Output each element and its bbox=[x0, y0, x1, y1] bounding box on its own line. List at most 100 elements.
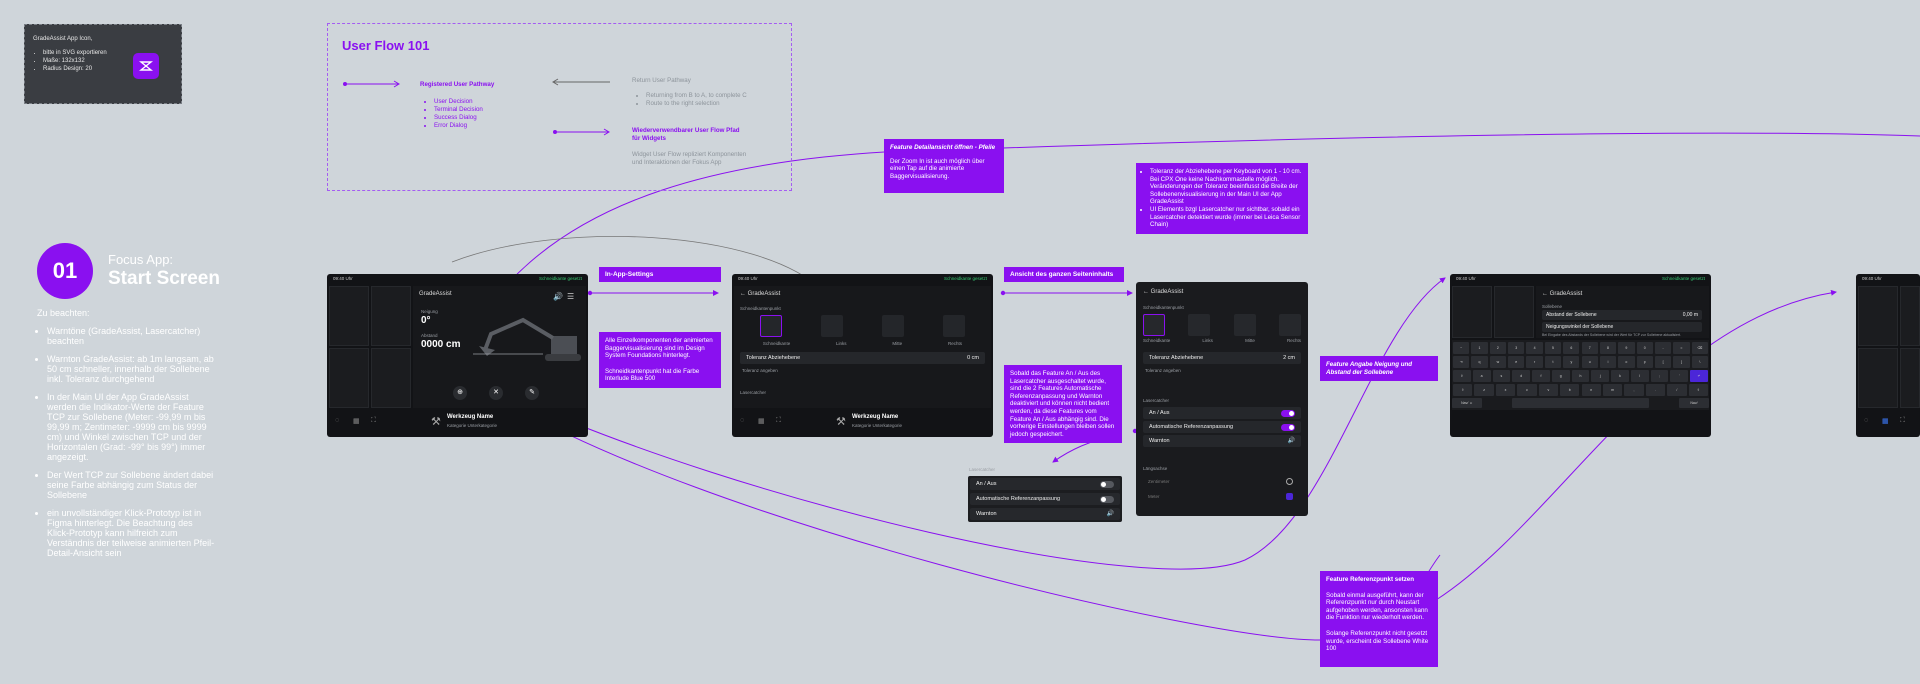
keyboard-key[interactable]: l bbox=[1630, 370, 1649, 382]
light-icon[interactable]: ◌ bbox=[1864, 417, 1868, 424]
grid-icon[interactable]: ▦ bbox=[1882, 417, 1889, 425]
keyboard-key[interactable]: / bbox=[1667, 384, 1687, 396]
option-schneidkante[interactable] bbox=[1143, 314, 1165, 336]
keyboard-key[interactable]: 8 bbox=[1599, 342, 1617, 354]
radio-meter[interactable] bbox=[1286, 493, 1293, 500]
auto-reference-toggle[interactable] bbox=[1100, 495, 1114, 503]
keyboard-key[interactable]: ] bbox=[1673, 356, 1690, 368]
keyboard-key[interactable]: b bbox=[1560, 384, 1580, 396]
tool-name[interactable]: Werkzeug Name bbox=[447, 414, 493, 420]
keyboard-key[interactable]: w bbox=[1489, 356, 1507, 368]
keyboard-key[interactable]: ⇪ bbox=[1453, 370, 1471, 382]
keyboard-key[interactable]: 1 bbox=[1471, 342, 1488, 354]
edit-icon[interactable]: ✎ bbox=[525, 386, 539, 400]
radio-zentimeter[interactable] bbox=[1286, 478, 1293, 485]
excavator-icon[interactable] bbox=[473, 316, 583, 366]
nav-key[interactable]: Nav/ ☺ bbox=[1452, 398, 1482, 408]
keyboard-key[interactable]: k bbox=[1611, 370, 1629, 382]
keyboard-key[interactable]: 5 bbox=[1544, 342, 1562, 354]
speaker-icon[interactable]: 🔊 bbox=[553, 292, 563, 301]
keyboard-key[interactable]: d bbox=[1512, 370, 1531, 382]
fullscreen-icon[interactable]: ⛶ bbox=[1900, 417, 1905, 425]
option-schneidkante[interactable] bbox=[759, 315, 782, 337]
keyboard-key[interactable]: i bbox=[1599, 356, 1617, 368]
grid-icon[interactable]: ▦ bbox=[758, 417, 765, 425]
keyboard-key[interactable]: j bbox=[1591, 370, 1610, 382]
tool-name[interactable]: Werkzeug Name bbox=[852, 414, 898, 420]
keyboard-key[interactable]: s bbox=[1492, 370, 1511, 382]
grid-icon[interactable]: ▦ bbox=[353, 417, 360, 425]
nav-key[interactable]: Nav/ bbox=[1679, 398, 1709, 408]
auto-reference-toggle[interactable] bbox=[1281, 423, 1295, 431]
keyboard-key[interactable]: ⌫ bbox=[1691, 342, 1708, 354]
light-icon[interactable]: ◌ bbox=[740, 417, 744, 424]
fullscreen-icon[interactable]: ⛶ bbox=[776, 417, 781, 425]
light-icon[interactable]: ◌ bbox=[335, 417, 339, 424]
back-button[interactable]: ← GradeAssist bbox=[740, 291, 780, 297]
keyboard-key[interactable]: v bbox=[1538, 384, 1559, 396]
keyboard-key[interactable]: f bbox=[1532, 370, 1550, 382]
auto-reference-row[interactable]: Automatische Referenzanpassung bbox=[1143, 421, 1301, 433]
keyboard-key[interactable]: ' bbox=[1670, 370, 1689, 382]
keyboard-key[interactable]: ~ bbox=[1453, 342, 1470, 354]
keyboard-key[interactable]: 3 bbox=[1508, 342, 1525, 354]
keyboard-key[interactable]: t bbox=[1544, 356, 1562, 368]
keyboard-key[interactable]: ↵ bbox=[1690, 370, 1708, 382]
keyboard-key[interactable]: e bbox=[1508, 356, 1525, 368]
speaker-icon[interactable]: 🔊 bbox=[1107, 510, 1114, 517]
keyboard-key[interactable]: p bbox=[1636, 356, 1653, 368]
keyboard-key[interactable]: ⇥ bbox=[1453, 356, 1470, 368]
auto-reference-row[interactable]: Automatische Referenzanpassung bbox=[970, 493, 1120, 505]
keyboard-key[interactable]: h bbox=[1571, 370, 1590, 382]
keyboard-key[interactable]: 6 bbox=[1563, 342, 1580, 354]
keyboard-key[interactable]: 2 bbox=[1489, 342, 1507, 354]
keyboard-key[interactable]: a bbox=[1472, 370, 1491, 382]
keyboard-key[interactable]: - bbox=[1654, 342, 1672, 354]
tolerance-field[interactable]: Toleranz Abziehebene 0 cm bbox=[740, 352, 985, 364]
option-links[interactable] bbox=[1188, 314, 1211, 336]
radio-label[interactable]: Meter bbox=[1148, 494, 1160, 499]
keyboard-key[interactable]: z bbox=[1474, 384, 1494, 396]
keyboard-key[interactable]: c bbox=[1517, 384, 1537, 396]
keyboard-key[interactable]: 4 bbox=[1526, 342, 1543, 354]
keyboard-key[interactable]: ; bbox=[1650, 370, 1669, 382]
onoff-row[interactable]: An / Aus bbox=[970, 478, 1120, 490]
reference-icon[interactable]: ✕ bbox=[489, 386, 503, 400]
zoom-in-icon[interactable]: ⊕ bbox=[453, 386, 467, 400]
keyboard-key[interactable]: = bbox=[1673, 342, 1690, 354]
keyboard-key[interactable]: 0 bbox=[1636, 342, 1653, 354]
onoff-toggle[interactable] bbox=[1281, 409, 1295, 417]
option-links[interactable] bbox=[820, 315, 843, 337]
gradeassist-widget[interactable]: GradeAssist Neigung 0° Abstand 0000 cm 🔊… bbox=[413, 286, 586, 408]
back-button[interactable]: ← GradeAssist bbox=[1143, 289, 1183, 295]
keyboard-key[interactable]: ⇧ bbox=[1453, 384, 1473, 396]
keyboard-key[interactable]: m bbox=[1602, 384, 1623, 396]
keyboard-key[interactable]: \ bbox=[1691, 356, 1708, 368]
keyboard-key[interactable]: q bbox=[1471, 356, 1488, 368]
option-mitte[interactable] bbox=[1233, 314, 1256, 336]
keyboard-key[interactable]: 9 bbox=[1618, 342, 1635, 354]
warnton-row[interactable]: Warnton 🔊 bbox=[1143, 435, 1301, 447]
keyboard-key[interactable]: , bbox=[1624, 384, 1644, 396]
target-distance-field[interactable]: Abstand der Sollebene 0,00 m bbox=[1542, 310, 1702, 320]
keyboard-key[interactable]: r bbox=[1526, 356, 1543, 368]
fullscreen-icon[interactable]: ⛶ bbox=[371, 417, 376, 425]
keyboard-key[interactable]: ⇧ bbox=[1688, 384, 1708, 396]
target-angle-field[interactable]: Neigungswinkel der Sollebene bbox=[1542, 322, 1702, 332]
keyboard-key[interactable]: y bbox=[1563, 356, 1580, 368]
keyboard-key[interactable]: [ bbox=[1654, 356, 1672, 368]
option-mitte[interactable] bbox=[882, 315, 905, 337]
keyboard-key[interactable]: x bbox=[1495, 384, 1516, 396]
space-key[interactable] bbox=[1512, 398, 1649, 408]
keyboard-key[interactable]: 7 bbox=[1581, 342, 1598, 354]
keyboard-key[interactable]: g bbox=[1551, 370, 1570, 382]
speaker-icon[interactable]: 🔊 bbox=[1288, 437, 1295, 444]
back-button[interactable]: ← GradeAssist bbox=[1542, 291, 1582, 297]
option-rechts[interactable] bbox=[1278, 314, 1301, 336]
warnton-row[interactable]: Warnton 🔊 bbox=[970, 508, 1120, 520]
settings-sliders-icon[interactable]: ☰ bbox=[567, 292, 574, 301]
keyboard-key[interactable]: . bbox=[1645, 384, 1666, 396]
onoff-toggle[interactable] bbox=[1100, 480, 1114, 488]
keyboard-key[interactable]: u bbox=[1581, 356, 1598, 368]
tolerance-field[interactable]: Toleranz Abziehebene 2 cm bbox=[1143, 352, 1301, 364]
